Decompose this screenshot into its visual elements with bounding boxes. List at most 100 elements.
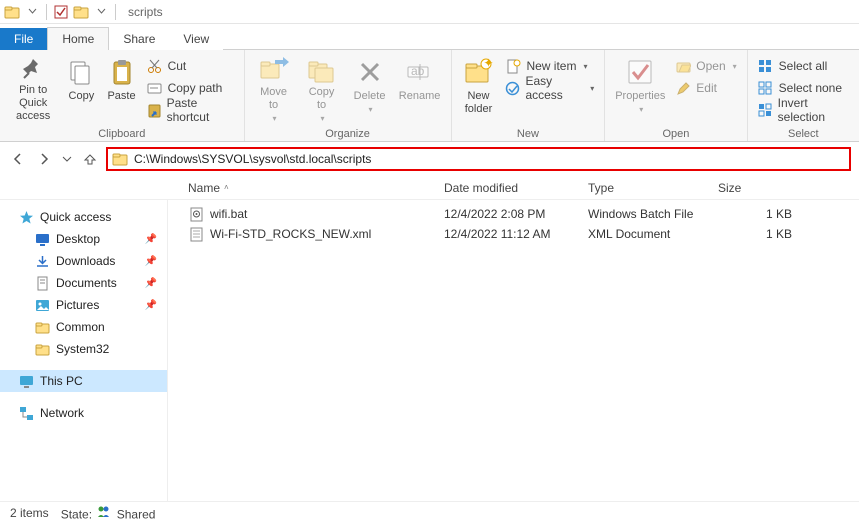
nav-pictures[interactable]: Pictures📌 [12,294,167,316]
recent-locations-button[interactable] [60,148,74,170]
properties-button[interactable]: Properties▾ [611,54,669,120]
nav-common[interactable]: Common [12,316,167,338]
nav-downloads-label: Downloads [56,254,115,268]
group-open-label: Open [662,126,689,140]
select-all-label: Select all [779,59,828,73]
delete-icon [354,56,386,88]
nav-documents-label: Documents [56,276,117,290]
nav-quick-access[interactable]: Quick access [12,206,167,228]
qat-dropdown-icon[interactable] [24,4,40,20]
window-title: scripts [122,5,163,19]
pin-icon: 📌 [145,234,157,245]
easy-access-button[interactable]: Easy access▾ [501,78,598,98]
pin-icon: 📌 [145,256,157,267]
address-bar[interactable]: C:\Windows\SYSVOL\sysvol\std.local\scrip… [106,147,851,171]
group-clipboard-label: Clipboard [98,126,145,140]
chevron-down-icon: ▾ [639,105,643,114]
copy-button[interactable]: Copy [62,54,100,120]
open-button[interactable]: Open▾ [671,56,740,76]
invert-selection-button[interactable]: Invert selection [754,100,853,120]
qat-properties-icon[interactable] [53,4,69,20]
shared-icon [95,503,111,519]
back-button[interactable] [8,148,28,170]
tab-home[interactable]: Home [47,27,109,50]
tab-share[interactable]: Share [109,28,169,50]
invert-selection-label: Invert selection [778,96,849,124]
col-name[interactable]: Name ˄ [180,181,436,195]
nav-row: C:\Windows\SYSVOL\sysvol\std.local\scrip… [0,142,859,176]
desktop-icon [34,231,50,247]
group-select: Select all Select none Invert selection … [748,50,859,141]
cut-button[interactable]: Cut [143,56,238,76]
file-name: Wi-Fi-STD_ROCKS_NEW.xml [210,227,371,241]
status-state-label: State: [61,508,92,522]
select-all-button[interactable]: Select all [754,56,853,76]
nav-documents[interactable]: Documents📌 [12,272,167,294]
delete-button[interactable]: Delete▾ [347,54,393,120]
pin-to-quick-access-button[interactable]: Pin to Quick access [6,54,60,120]
select-none-button[interactable]: Select none [754,78,853,98]
new-item-label: New item [526,59,576,73]
nav-network-label: Network [40,406,84,420]
file-list[interactable]: wifi.bat12/4/2022 2:08 PMWindows Batch F… [168,200,859,501]
sort-indicator-icon: ˄ [224,183,229,192]
pin-icon [17,56,49,82]
copy-path-button[interactable]: Copy path [143,78,238,98]
nav-common-label: Common [56,320,105,334]
paste-button[interactable]: Paste [102,54,140,120]
nav-desktop[interactable]: Desktop📌 [12,228,167,250]
cut-icon [147,58,163,74]
nav-system32[interactable]: System32 [12,338,167,360]
forward-button[interactable] [34,148,54,170]
status-item-count: 2 items [10,506,49,520]
table-row[interactable]: Wi-Fi-STD_ROCKS_NEW.xml12/4/2022 11:12 A… [168,224,859,244]
col-size[interactable]: Size [710,181,800,195]
tab-view[interactable]: View [169,28,223,50]
new-folder-button[interactable]: ✦ New folder [458,54,500,120]
folder-icon [34,341,50,357]
group-organize-label: Organize [325,126,370,140]
easy-access-label: Easy access [525,74,583,102]
open-icon [675,58,691,74]
nav-network[interactable]: Network [12,402,167,424]
nav-this-pc-label: This PC [40,374,83,388]
col-type[interactable]: Type [580,181,710,195]
folder-icon [34,319,50,335]
rename-button[interactable]: ab Rename [395,54,445,120]
group-organize: Move to▾ Copy to▾ Delete▾ ab Rename Orga… [245,50,452,141]
delete-label: Delete [354,90,386,103]
chevron-down-icon: ▾ [590,84,594,93]
table-row[interactable]: wifi.bat12/4/2022 2:08 PMWindows Batch F… [168,204,859,224]
easy-access-icon [505,80,520,96]
documents-icon [34,275,50,291]
navigation-pane: Quick access Desktop📌 Downloads 📌 Documen… [0,200,168,501]
chevron-down-icon: ▾ [321,114,325,123]
file-name: wifi.bat [210,207,247,221]
move-to-icon [258,56,290,84]
col-name-label: Name [188,181,220,195]
status-bar: 2 items State: Shared [0,501,859,523]
ribbon: Pin to Quick access Copy Paste Cut Copy … [0,50,859,142]
paste-shortcut-button[interactable]: Paste shortcut [143,100,238,120]
title-bar: scripts [0,0,859,24]
new-item-button[interactable]: New item▾ [501,56,598,76]
qat-sep2 [115,4,116,20]
qat-newfolder-icon[interactable] [73,4,89,20]
copy-icon [65,56,97,88]
up-button[interactable] [80,148,100,170]
col-date[interactable]: Date modified [436,181,580,195]
paste-shortcut-icon [147,102,162,118]
edit-button[interactable]: Edit [671,78,740,98]
qat-caret-icon[interactable] [93,4,109,20]
col-date-label: Date modified [444,181,518,195]
move-to-button[interactable]: Move to▾ [251,54,297,120]
network-icon [18,405,34,421]
copy-to-button[interactable]: Copy to▾ [299,54,345,120]
tab-file[interactable]: File [0,28,47,50]
nav-this-pc[interactable]: This PC [0,370,167,392]
paste-shortcut-label: Paste shortcut [167,96,234,124]
file-size: 1 KB [710,227,800,241]
group-new: ✦ New folder New item▾ Easy access▾ New [452,50,606,141]
nav-downloads[interactable]: Downloads 📌 [12,250,167,272]
copy-to-icon [306,56,338,84]
